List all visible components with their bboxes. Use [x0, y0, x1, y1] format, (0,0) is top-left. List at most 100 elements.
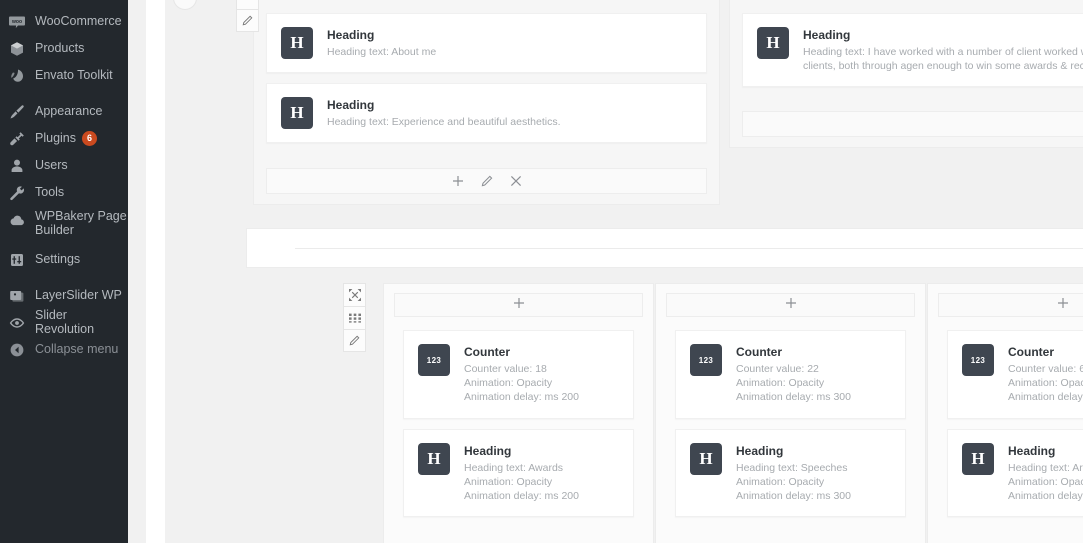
tools-wrench-icon — [7, 183, 27, 203]
element-body: Heading Heading text: Awards Animation: … — [464, 443, 619, 504]
element-card-counter[interactable]: 123 Counter Counter value: 22 Animation:… — [675, 330, 906, 419]
sidebar-item-woocommerce[interactable]: woo WooCommerce — [0, 8, 128, 35]
element-meta-line: Animation: Opacity — [464, 475, 553, 488]
edit-icon-button[interactable] — [343, 329, 366, 352]
add-element-bar[interactable] — [938, 293, 1083, 317]
element-body: Counter Counter value: 22 Animation: Opa… — [736, 344, 891, 405]
sidebar-item-label: Appearance — [35, 103, 103, 118]
heading-h-icon: H — [281, 97, 313, 130]
page-avatar-circle — [173, 0, 197, 10]
bottom-row-handle-stack[interactable] — [343, 283, 366, 352]
wpbakery-builder-canvas: H Heading Heading text: About me H Headi… — [208, 0, 1083, 543]
element-card-counter[interactable]: 123 Counter Counter value: 64 Animation:… — [947, 330, 1083, 419]
appearance-brush-icon — [7, 102, 27, 122]
element-meta-line: Animation: Opacity — [736, 377, 825, 390]
sidebar-item-label: Tools — [35, 184, 65, 199]
element-title: Heading — [1008, 443, 1056, 458]
columns-icon-button[interactable] — [236, 0, 259, 9]
element-meta-line: Animation: Opacity — [464, 377, 553, 390]
element-title: Heading — [736, 443, 784, 458]
move-icon-button[interactable] — [343, 283, 366, 306]
add-element-bar[interactable] — [666, 293, 915, 317]
element-card-heading[interactable]: H Heading Heading text: Articles Animati… — [947, 428, 1083, 518]
element-card-heading[interactable]: H Heading Heading text: About me — [266, 13, 707, 74]
element-meta-line: Animation: Opacity — [1008, 475, 1083, 488]
builder-workarea: H Heading Heading text: About me H Headi… — [128, 0, 1083, 543]
sidebar-item-appearance[interactable]: Appearance — [0, 98, 128, 125]
sidebar-item-label: Settings — [35, 251, 81, 266]
element-meta-line: Animation: Opacity — [1008, 377, 1083, 390]
element-title: Counter — [1008, 345, 1054, 359]
heading-h-icon: H — [757, 27, 789, 59]
wordpress-admin-screen: woo WooCommerce Products Envato Toolkit … — [0, 0, 1083, 543]
add-element-bar[interactable] — [394, 293, 643, 317]
element-card-heading[interactable]: H Heading Heading text: Experience and b… — [266, 83, 707, 144]
top-left-column: H Heading Heading text: About me H Headi… — [253, 0, 720, 205]
element-meta-line: Counter value: 18 — [464, 363, 547, 375]
sidebar-item-label: Plugins — [35, 130, 76, 145]
element-meta-line: Animation delay: ms 200 — [464, 489, 579, 502]
sidebar-item-label: Slider Revolution — [35, 307, 95, 336]
top-left-column-controls — [266, 168, 707, 194]
admin-sidebar: woo WooCommerce Products Envato Toolkit … — [0, 0, 128, 543]
element-meta-line: Animation delay: ms 400 — [1008, 391, 1083, 404]
sidebar-item-settings[interactable]: Settings — [0, 246, 128, 273]
element-meta-line: Heading text: About me — [327, 46, 437, 58]
edit-icon-button[interactable] — [236, 9, 259, 32]
sidebar-item-tools[interactable]: Tools — [0, 179, 128, 206]
element-card-heading[interactable]: H Heading Heading text: I have worked wi… — [742, 13, 1083, 88]
top-row-handle-stack[interactable] — [236, 0, 259, 32]
element-title: Counter — [736, 345, 782, 359]
sidebar-item-label: Users — [35, 157, 68, 172]
counter-123-icon: 123 — [962, 344, 994, 376]
wpbakery-cloud-icon — [7, 211, 27, 231]
columns-icon-button[interactable] — [343, 306, 366, 329]
element-meta-line: Animation delay: ms 300 — [736, 391, 851, 404]
element-body: Heading Heading text: About me — [327, 27, 692, 59]
envato-leaf-icon — [7, 66, 27, 86]
sidebar-divider-1 — [0, 89, 128, 98]
element-body: Heading Heading text: Experience and bea… — [327, 97, 692, 129]
heading-h-icon: H — [418, 442, 450, 475]
collapse-arrow-icon — [7, 340, 27, 360]
plugins-update-badge: 6 — [82, 131, 97, 146]
top-right-column: H Heading Heading text: I have worked wi… — [729, 0, 1083, 148]
sidebar-item-label: WooCommerce — [35, 13, 122, 28]
bottom-column-2: 123 Counter Counter value: 22 Animation:… — [655, 283, 926, 543]
products-box-icon — [7, 39, 27, 59]
sidebar-item-products[interactable]: Products — [0, 35, 128, 62]
edit-icon[interactable] — [481, 175, 493, 187]
settings-sliders-icon — [7, 250, 27, 270]
element-title: Heading — [327, 28, 375, 42]
element-meta-line: Heading text: Speeches — [736, 461, 848, 474]
element-body: Counter Counter value: 18 Animation: Opa… — [464, 344, 619, 405]
heading-h-icon: H — [690, 442, 722, 475]
sidebar-item-label: Envato Toolkit — [35, 67, 113, 82]
add-icon — [513, 296, 525, 314]
element-body: Heading Heading text: Articles Animation… — [1008, 443, 1083, 504]
element-title: Counter — [464, 345, 510, 359]
element-meta-line: Heading text: Awards — [464, 461, 564, 474]
sidebar-item-slider-revolution[interactable]: Slider Revolution — [0, 307, 128, 336]
sidebar-item-wpbakery-page-builder[interactable]: WPBakery Page Builder — [0, 206, 128, 246]
sidebar-item-collapse-menu[interactable]: Collapse menu — [0, 336, 128, 363]
bottom-column-1: 123 Counter Counter value: 18 Animation:… — [383, 283, 654, 543]
element-title: Heading — [327, 98, 375, 113]
plugins-plug-icon — [7, 129, 27, 149]
counter-123-icon: 123 — [690, 344, 722, 376]
sidebar-item-envato-toolkit[interactable]: Envato Toolkit — [0, 62, 128, 89]
delete-icon[interactable] — [510, 175, 522, 187]
separator-row[interactable] — [246, 228, 1083, 268]
add-icon — [785, 296, 797, 314]
sidebar-item-users[interactable]: Users — [0, 152, 128, 179]
add-icon[interactable] — [452, 175, 464, 187]
separator-line — [295, 248, 1083, 249]
sidebar-item-plugins[interactable]: Plugins 6 — [0, 125, 128, 152]
element-card-heading[interactable]: H Heading Heading text: Awards Animation… — [403, 428, 634, 518]
top-right-column-controls — [742, 111, 1083, 137]
element-card-counter[interactable]: 123 Counter Counter value: 18 Animation:… — [403, 330, 634, 419]
sidebar-item-layerslider-wp[interactable]: LayerSlider WP — [0, 282, 128, 309]
element-card-heading[interactable]: H Heading Heading text: Speeches Animati… — [675, 428, 906, 518]
element-meta-line: Animation delay: ms 200 — [464, 391, 579, 404]
layerslider-image-icon — [7, 286, 27, 306]
